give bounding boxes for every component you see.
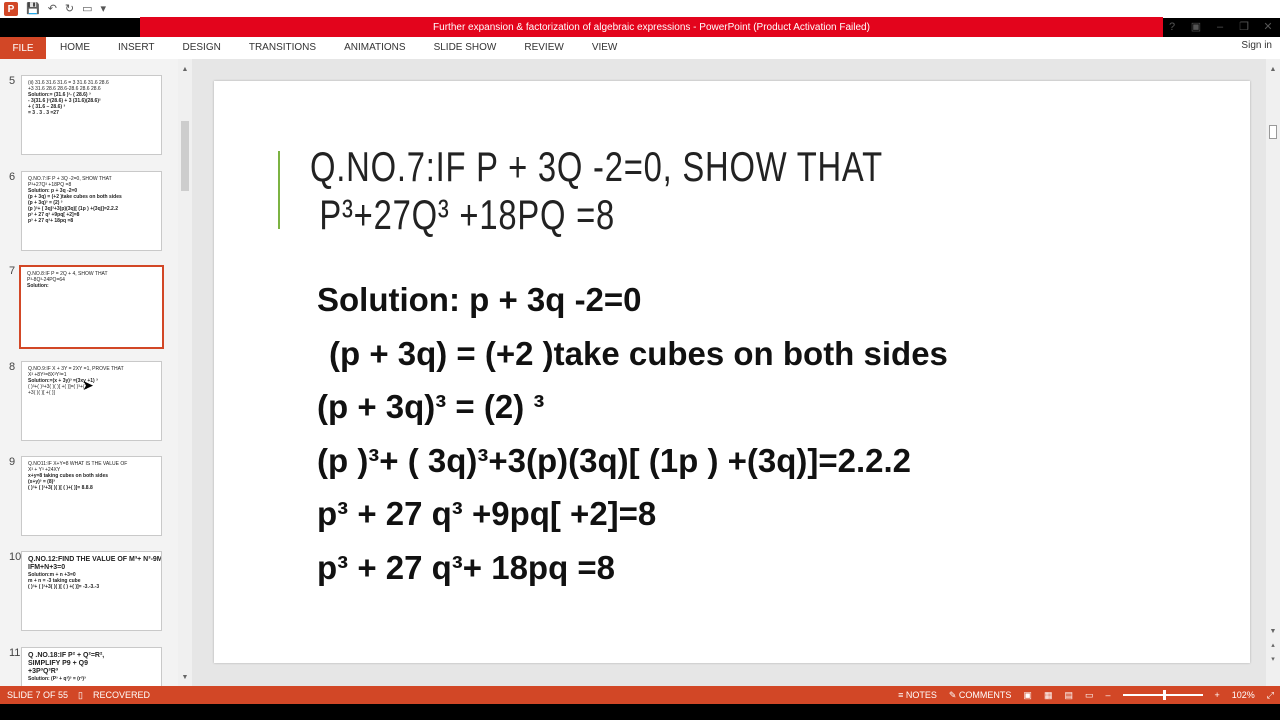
zoom-slider-knob[interactable]: [1162, 690, 1166, 700]
body-line: p³ + 27 q³ +9pq[ +2]=8: [317, 495, 657, 532]
thumb-text: Q.NO.12:FIND THE VALUE OF M³+ N³-9MN,: [28, 556, 162, 563]
slide-thumbnail[interactable]: Q.NO.9:IF X + 3Y = 2XY =1, PROVE THAT X³…: [21, 361, 162, 441]
thumb-text: Q .NO.18:IF P² + Q²=R²,: [28, 652, 105, 659]
tab-design[interactable]: DESIGN: [169, 37, 235, 59]
thumb-text: ( )³+ ( )³+3( )( )[ ( )+( )]= 8.8.8: [28, 485, 93, 491]
status-left: SLIDE 7 OF 55 ▯ RECOVERED: [7, 686, 150, 704]
start-from-beginning-icon[interactable]: ▭: [82, 0, 92, 18]
fit-slide-icon[interactable]: ⤢: [1267, 690, 1274, 701]
body-line: p³ + 27 q³+ 18pq =8: [317, 548, 616, 586]
tab-slide-show[interactable]: SLIDE SHOW: [420, 37, 511, 59]
body-line: (p )³+ ( 3q)³+3(p)(3q)[ (1p ) +(3q)]=2.2…: [317, 441, 912, 479]
redo-icon[interactable]: ↻: [65, 0, 74, 18]
slide-thumbnail[interactable]: (ii) 31.6 31.6 31.6 = 3 31.6 31.6 28.6 +…: [21, 75, 162, 155]
tab-review[interactable]: REVIEW: [510, 37, 577, 59]
ribbon-tabs: FILE HOME INSERT DESIGN TRANSITIONS ANIM…: [0, 37, 1280, 59]
slide-show-icon[interactable]: ▭: [1085, 690, 1094, 701]
status-bar: SLIDE 7 OF 55 ▯ RECOVERED ≡ NOTES ✎ COMM…: [0, 686, 1280, 704]
undo-icon[interactable]: ↶: [48, 0, 57, 18]
zoom-in-icon[interactable]: +: [1215, 690, 1220, 700]
body-line: (p + 3q)³ = (2) ³: [317, 388, 545, 425]
slide-thumbnail-selected[interactable]: Q.NO.8:IF P = 2Q + 4, SHOW THAT P³-8Q³-2…: [19, 265, 164, 349]
spellcheck-icon[interactable]: ▯: [78, 690, 83, 701]
thumb-text: = 3 . 3 . 3 =27: [28, 110, 59, 116]
scroll-up-icon[interactable]: ▲: [1268, 65, 1278, 75]
powerpoint-logo-icon: P: [4, 2, 18, 16]
tab-home[interactable]: HOME: [46, 37, 104, 59]
scrollbar-thumb[interactable]: [181, 121, 189, 191]
thumbnail-number: 11: [9, 647, 21, 659]
thumbnail-number: 8: [9, 361, 16, 373]
comments-button[interactable]: ✎ COMMENTS: [949, 690, 1012, 701]
slide-counter: SLIDE 7 OF 55: [7, 690, 69, 700]
customize-qat-icon[interactable]: ▾: [101, 0, 107, 18]
scroll-down-icon[interactable]: ▼: [1268, 627, 1278, 637]
scroll-up-icon[interactable]: ▲: [180, 65, 190, 75]
slide-title-line-1: Q.NO.7:IF P + 3Q -2=0, SHOW THAT: [310, 143, 883, 190]
scroll-down-icon[interactable]: ▼: [180, 673, 190, 683]
workspace: 5 (ii) 31.6 31.6 31.6 = 3 31.6 31.6 28.6…: [0, 59, 1280, 686]
reading-view-icon[interactable]: ▤: [1064, 690, 1073, 701]
thumbnail-number: 9: [9, 456, 16, 468]
slide-thumbnail-pane[interactable]: 5 (ii) 31.6 31.6 31.6 = 3 31.6 31.6 28.6…: [0, 59, 178, 686]
zoom-out-icon[interactable]: –: [1105, 690, 1110, 700]
zoom-slider[interactable]: [1122, 690, 1203, 700]
thumbnail-number: 10: [9, 551, 22, 563]
comments-label: COMMENTS: [958, 689, 1012, 700]
body-line: (p + 3q) = (+2 )take cubes on both sides: [329, 334, 948, 372]
thumbnail-number: 5: [9, 75, 16, 87]
notes-button[interactable]: ≡ NOTES: [898, 690, 937, 700]
thumb-text: p³ + 27 q³+ 18pq =8: [28, 218, 74, 224]
scrollbar-thumb[interactable]: [1269, 125, 1277, 139]
save-icon[interactable]: 💾: [26, 0, 40, 18]
window-title: Further expansion & factorization of alg…: [140, 17, 1163, 37]
slide-thumbnail[interactable]: Q.NO.12:FIND THE VALUE OF M³+ N³-9MN, IF…: [21, 551, 162, 631]
window-controls: ? ▣ – ❐ ✕: [1160, 17, 1280, 37]
thumb-text: SIMPLIFY P9 + Q9: [28, 660, 88, 667]
help-button[interactable]: ?: [1160, 17, 1184, 37]
sign-in-link[interactable]: Sign in: [1241, 40, 1272, 51]
body-line: Solution: p + 3q -2=0: [317, 281, 642, 318]
slide-thumbnail[interactable]: Q.NO.7:IF P + 3Q -2=0, SHOW THAT P³+27Q³…: [21, 171, 162, 251]
title-bar: P 💾 ↶ ↻ ▭ ▾: [0, 0, 1280, 18]
zoom-level[interactable]: 102%: [1232, 690, 1255, 700]
thumbnail-scrollbar[interactable]: ▲ ▼: [178, 59, 192, 686]
quick-access-toolbar: P 💾 ↶ ↻ ▭ ▾: [4, 0, 106, 18]
notes-label: NOTES: [905, 690, 937, 700]
title-accent-bar: [278, 151, 280, 229]
next-slide-icon[interactable]: ▾: [1268, 655, 1278, 665]
thumb-text: Solution:: [27, 283, 49, 289]
slide-body[interactable]: Solution: p + 3q -2=0 (p + 3q) = (+2 )ta…: [317, 273, 948, 594]
close-button[interactable]: ✕: [1256, 17, 1280, 37]
slide-thumbnail[interactable]: Q.NO11:IF X+Y=8 WHAT IS THE VALUE OF X³ …: [21, 456, 162, 536]
tab-insert[interactable]: INSERT: [104, 37, 169, 59]
ribbon-display-button[interactable]: ▣: [1184, 17, 1208, 37]
thumb-text: IFM+N+3=0: [28, 564, 66, 571]
tab-animations[interactable]: ANIMATIONS: [330, 37, 419, 59]
tab-view[interactable]: VIEW: [578, 37, 632, 59]
slide-title-line-2: P³+27Q³ +18PQ =8: [319, 191, 616, 238]
screen-bottom-bar: [0, 704, 1280, 720]
normal-view-icon[interactable]: ▣: [1023, 690, 1032, 701]
thumb-text: +3P³Q³R³: [28, 668, 59, 675]
thumb-text: ( )³+ ( )³+3( )( )[ ( ) +( )]= -3.-3.-3: [28, 584, 100, 590]
thumbnail-number: 7: [9, 265, 16, 277]
mouse-cursor-icon: ➤: [82, 377, 94, 393]
thumbnail-number: 6: [9, 171, 16, 183]
thumb-text: Solution: (P³ + q³)³ = (r³)³: [28, 676, 86, 682]
previous-slide-icon[interactable]: ▴: [1268, 641, 1278, 651]
tab-transitions[interactable]: TRANSITIONS: [235, 37, 330, 59]
slide-canvas[interactable]: Q.NO.7:IF P + 3Q -2=0, SHOW THAT P³+27Q³…: [214, 81, 1250, 663]
slide-sorter-icon[interactable]: ▦: [1044, 690, 1053, 701]
recovered-label: RECOVERED: [92, 690, 150, 700]
slide-title[interactable]: Q.NO.7:IF P + 3Q -2=0, SHOW THAT P³+27Q³…: [310, 143, 883, 239]
minimize-button[interactable]: –: [1208, 17, 1232, 37]
slide-thumbnail[interactable]: Q .NO.18:IF P² + Q²=R², SIMPLIFY P9 + Q9…: [21, 647, 162, 686]
restore-button[interactable]: ❐: [1232, 17, 1256, 37]
status-right: ≡ NOTES ✎ COMMENTS ▣ ▦ ▤ ▭ – + 102% ⤢: [898, 686, 1274, 704]
slide-scrollbar[interactable]: ▲ ▼ ▴ ▾: [1266, 59, 1280, 686]
tab-file[interactable]: FILE: [0, 37, 46, 59]
